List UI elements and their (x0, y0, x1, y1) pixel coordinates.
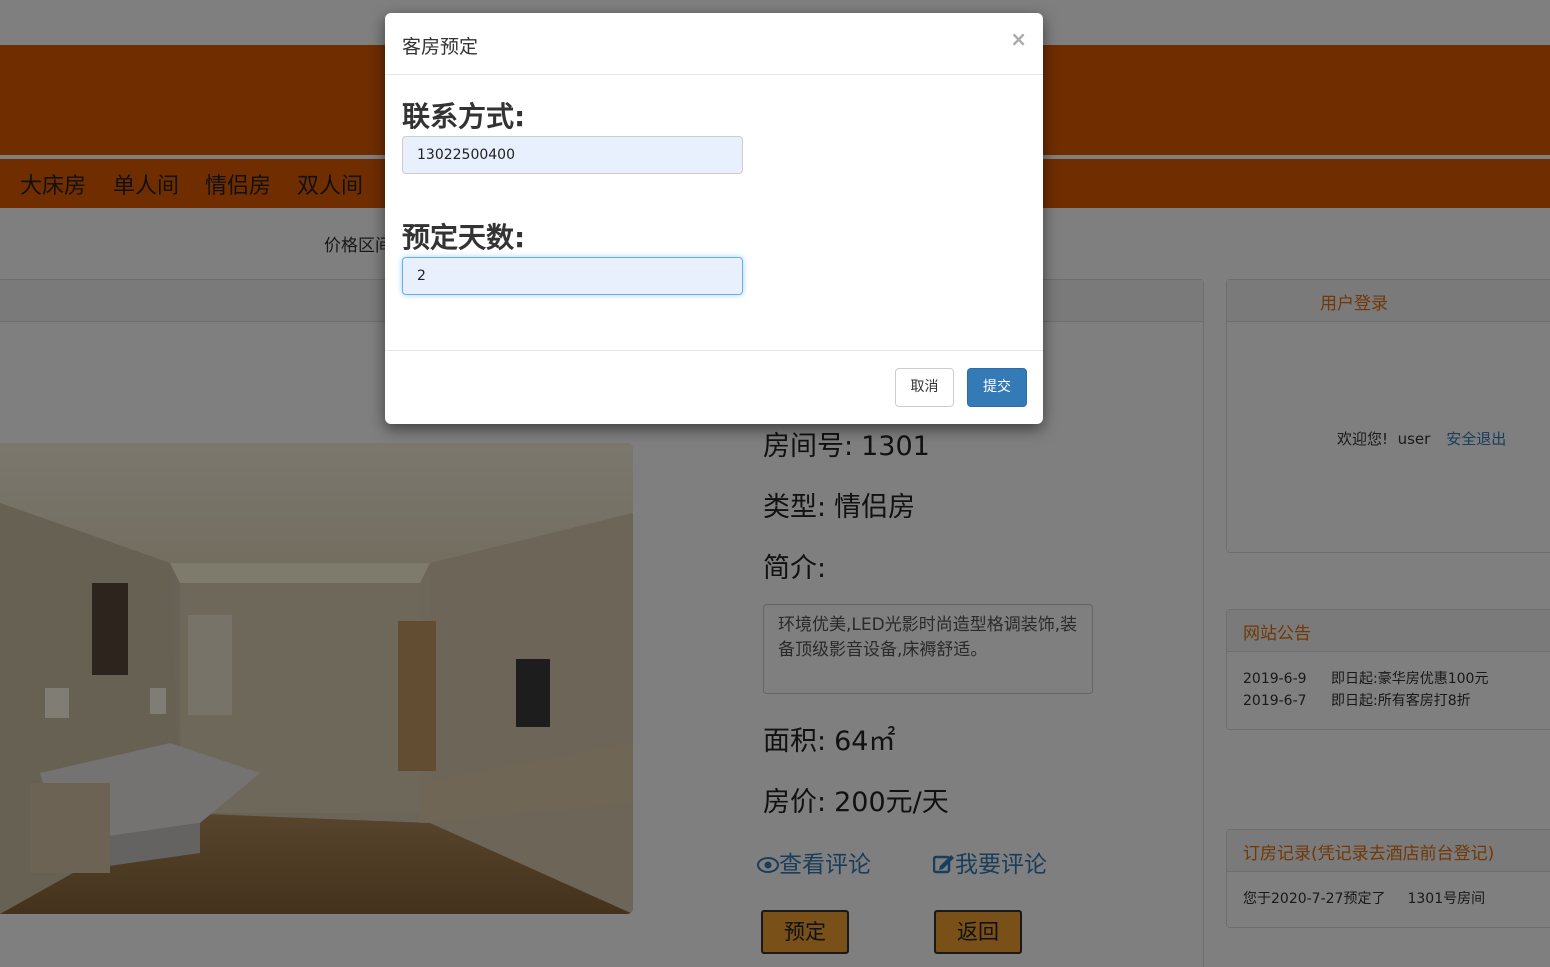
modal-title: 客房预定 (402, 36, 479, 58)
contact-input[interactable] (402, 136, 743, 174)
submit-button[interactable]: 提交 (967, 368, 1027, 407)
contact-label: 联系方式: (402, 100, 526, 133)
modal-body: 联系方式: 预定天数: (385, 75, 1043, 351)
booking-modal: 客房预定 × 联系方式: 预定天数: 取消 提交 (385, 13, 1043, 424)
cancel-button[interactable]: 取消 (895, 368, 954, 407)
days-label: 预定天数: (402, 221, 526, 254)
modal-header: 客房预定 × (385, 13, 1043, 75)
days-input[interactable] (402, 257, 743, 295)
modal-footer: 取消 提交 (385, 351, 1043, 423)
close-icon[interactable]: × (1010, 27, 1027, 51)
